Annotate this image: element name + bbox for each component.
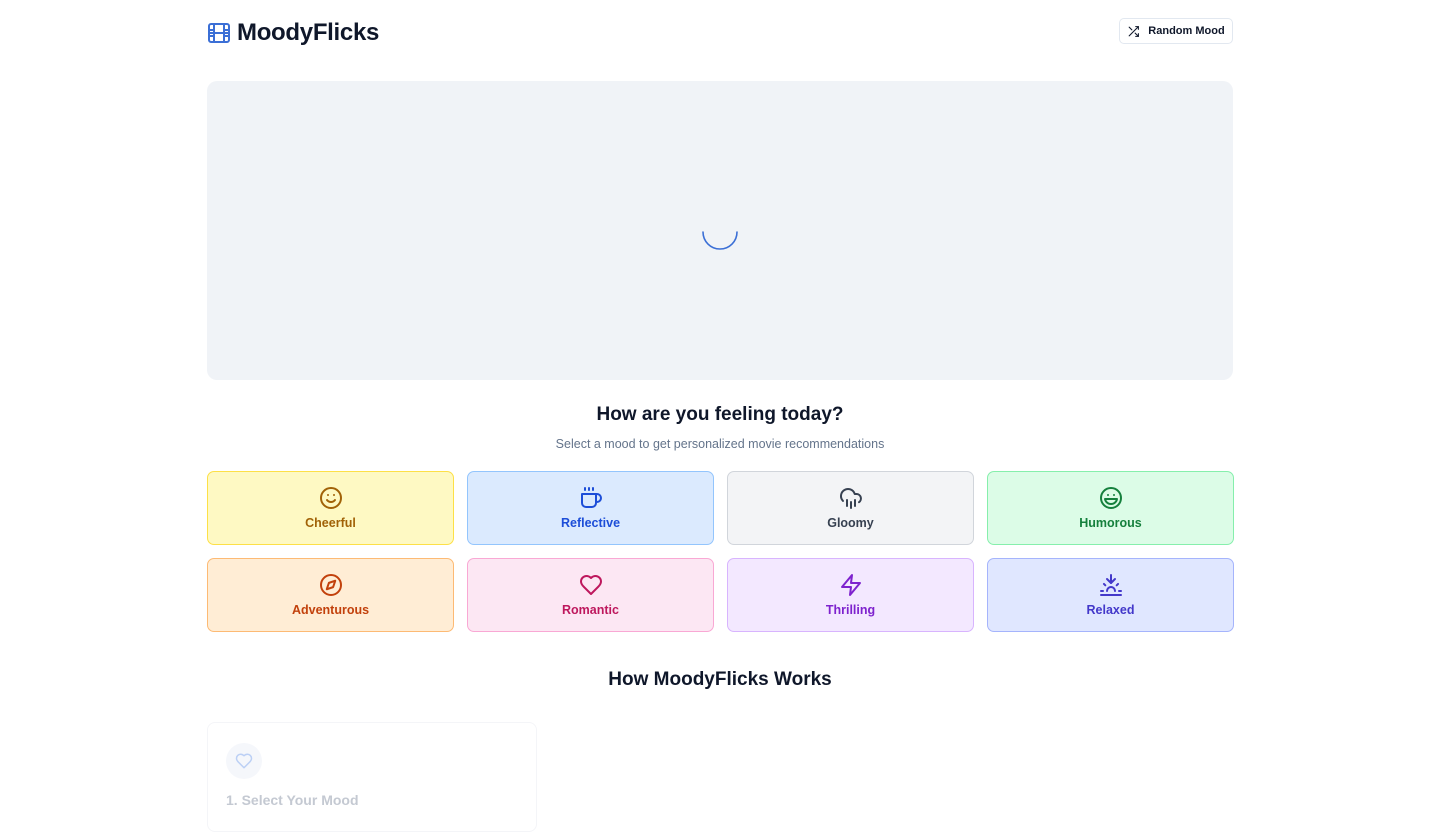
mood-label: Reflective [560, 516, 621, 530]
mood-label: Humorous [1079, 516, 1142, 530]
random-mood-button[interactable]: Random Mood [1119, 18, 1233, 44]
mood-label: Adventurous [291, 603, 370, 617]
compass-icon [319, 574, 342, 596]
step-icon-badge [226, 743, 262, 779]
shuffle-icon [1128, 25, 1140, 37]
step-card: 1. Select Your Mood [207, 722, 537, 832]
sunset-icon [1099, 574, 1122, 596]
smile-icon [319, 487, 342, 509]
how-it-works-title: How MoodyFlicks Works [608, 669, 832, 690]
mood-section-title: How are you feeling today? [596, 404, 844, 425]
loading-spinner-icon [702, 231, 738, 250]
cloud-rain-icon [839, 488, 862, 509]
film-icon [208, 23, 230, 43]
brand-logo[interactable]: MoodyFlicks [207, 19, 379, 47]
coffee-icon [580, 487, 602, 508]
mood-label: Romantic [562, 603, 619, 617]
mood-grid: Cheerful Reflective Gloomy Humorous Adve… [207, 471, 1234, 632]
mood-label: Relaxed [1086, 603, 1135, 617]
mood-label: Gloomy [827, 516, 874, 530]
mood-label: Thrilling [825, 603, 876, 617]
zap-icon [840, 574, 861, 596]
heart-icon [579, 575, 602, 595]
mood-section-subtitle: Select a mood to get personalized movie … [555, 437, 885, 451]
mood-card-cheerful[interactable]: Cheerful [207, 471, 454, 545]
mood-card-humorous[interactable]: Humorous [987, 471, 1234, 545]
laugh-icon [1099, 487, 1122, 509]
mood-card-relaxed[interactable]: Relaxed [987, 558, 1234, 632]
mood-card-romantic[interactable]: Romantic [467, 558, 714, 632]
brand-name: MoodyFlicks [237, 19, 380, 46]
random-mood-label: Random Mood [1148, 25, 1225, 37]
mood-card-adventurous[interactable]: Adventurous [207, 558, 454, 632]
heart-icon [235, 753, 253, 769]
mood-label: Cheerful [305, 516, 356, 530]
step-title: 1. Select Your Mood [226, 792, 359, 808]
mood-card-reflective[interactable]: Reflective [467, 471, 714, 545]
hero-banner [207, 81, 1233, 380]
mood-card-thrilling[interactable]: Thrilling [727, 558, 974, 632]
header: MoodyFlicks Random Mood [207, 16, 1233, 48]
mood-card-gloomy[interactable]: Gloomy [727, 471, 974, 545]
